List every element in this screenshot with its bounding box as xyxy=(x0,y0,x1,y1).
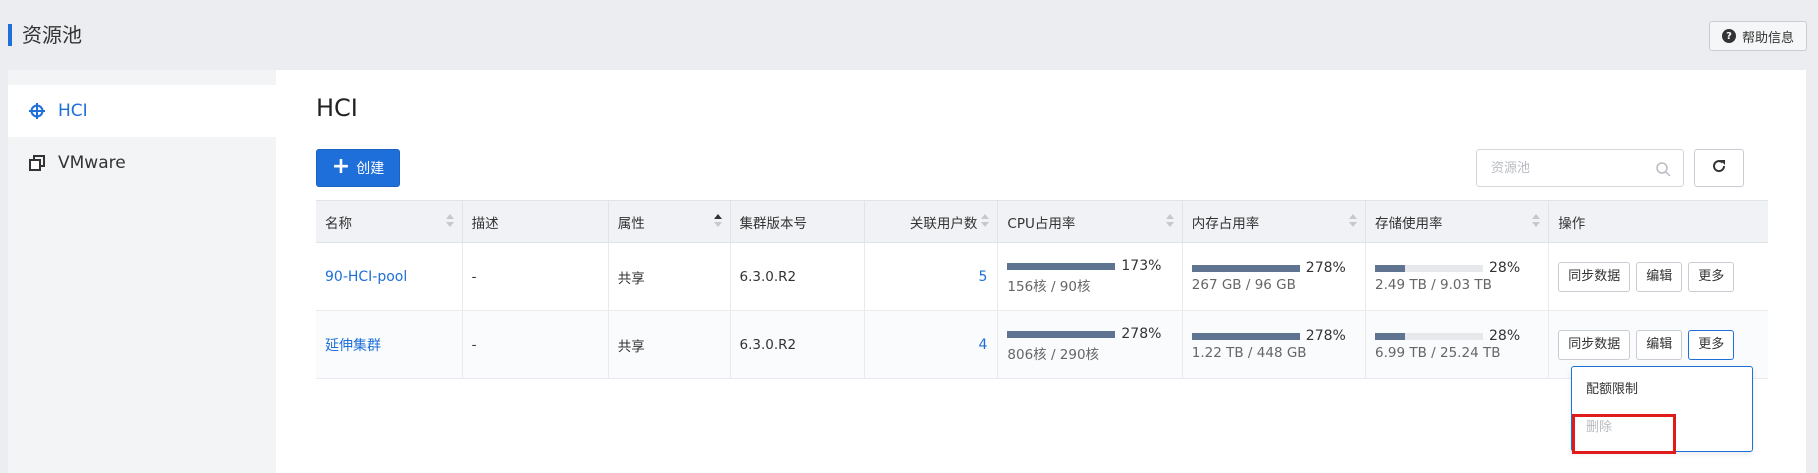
column-header-actions: 操作 xyxy=(1548,200,1768,243)
table-row: 延伸集群 - 共享 6.3.0.R2 4 278% 806核 / 290核 27… xyxy=(316,310,1768,379)
cpu-usage-bar xyxy=(1007,262,1116,270)
red-highlight-box xyxy=(1572,414,1676,454)
column-header-desc: 描述 xyxy=(462,200,609,243)
page-title: 资源池 xyxy=(8,24,82,46)
refresh-icon xyxy=(1711,158,1727,178)
sort-icon[interactable] xyxy=(1532,214,1541,228)
column-header-version: 集群版本号 xyxy=(730,200,866,243)
memory-usage-bar xyxy=(1191,332,1300,340)
pool-name-link[interactable]: 延伸集群 xyxy=(325,338,381,354)
cpu-usage: 278% 806核 / 290核 xyxy=(997,310,1183,379)
sort-icon[interactable] xyxy=(981,214,990,228)
pool-desc: - xyxy=(462,242,609,311)
sidebar-item-label: VMware xyxy=(58,153,126,173)
memory-usage-bar xyxy=(1191,264,1300,272)
create-label: 创建 xyxy=(356,161,385,177)
refresh-button[interactable] xyxy=(1694,149,1744,187)
column-header-storage[interactable]: 存储使用率 xyxy=(1365,200,1550,243)
pool-version: 6.3.0.R2 xyxy=(730,242,866,311)
pool-desc: - xyxy=(462,310,609,379)
sync-data-button[interactable]: 同步数据 xyxy=(1558,261,1631,292)
vmware-icon xyxy=(28,154,46,172)
sort-icon[interactable] xyxy=(713,214,722,228)
sort-icon[interactable] xyxy=(1165,214,1174,228)
more-button[interactable]: 更多 xyxy=(1688,329,1735,360)
resource-pool-table: 名称 描述 属性 集群版本号 关联用户数 CPU占用率 内存占用率 存储使用率 … xyxy=(316,200,1768,379)
help-button[interactable]: ? 帮助信息 xyxy=(1708,21,1807,51)
search-box xyxy=(1476,149,1684,187)
pool-name-link[interactable]: 90-HCI-pool xyxy=(325,269,407,285)
sidebar: HCI VMware xyxy=(8,70,276,473)
column-header-name[interactable]: 名称 xyxy=(316,200,463,243)
pool-attr: 共享 xyxy=(608,242,731,311)
storage-usage-bar xyxy=(1375,264,1484,272)
create-button[interactable]: + 创建 xyxy=(316,149,400,187)
quota-limit-menu-item[interactable]: 配额限制 xyxy=(1572,371,1752,409)
question-icon: ? xyxy=(1721,29,1736,43)
pool-version: 6.3.0.R2 xyxy=(730,310,866,379)
memory-usage: 278% 267 GB / 96 GB xyxy=(1182,242,1367,311)
storage-usage-bar xyxy=(1375,332,1484,340)
sort-icon[interactable] xyxy=(445,214,454,228)
edit-button[interactable]: 编辑 xyxy=(1636,261,1683,292)
plus-icon: + xyxy=(331,154,351,179)
sidebar-item-vmware[interactable]: VMware xyxy=(8,137,276,189)
column-header-cpu[interactable]: CPU占用率 xyxy=(997,200,1183,243)
row-actions: 同步数据 编辑 更多 xyxy=(1548,242,1768,311)
table-row: 90-HCI-pool - 共享 6.3.0.R2 5 173% 156核 / … xyxy=(316,242,1768,311)
pool-attr: 共享 xyxy=(608,310,731,379)
table-header: 名称 描述 属性 集群版本号 关联用户数 CPU占用率 内存占用率 存储使用率 … xyxy=(316,200,1768,243)
column-header-users[interactable]: 关联用户数 xyxy=(864,200,999,243)
edit-button[interactable]: 编辑 xyxy=(1636,329,1683,360)
main-panel: HCI VMware HCI + 创建 资源池 名称 描述 属性 集群版本号 关… xyxy=(8,70,1806,473)
column-header-memory[interactable]: 内存占用率 xyxy=(1182,200,1367,243)
help-label: 帮助信息 xyxy=(1741,30,1794,46)
storage-usage: 28% 2.49 TB / 9.03 TB xyxy=(1365,242,1550,311)
sidebar-item-hci[interactable]: HCI xyxy=(8,85,276,137)
memory-usage: 278% 1.22 TB / 448 GB xyxy=(1182,310,1367,379)
more-button[interactable]: 更多 xyxy=(1688,261,1735,292)
sidebar-item-label: HCI xyxy=(58,101,88,121)
pool-users-link[interactable]: 4 xyxy=(978,337,987,353)
sync-data-button[interactable]: 同步数据 xyxy=(1558,329,1631,360)
search-icon[interactable] xyxy=(1655,161,1671,177)
column-header-attr[interactable]: 属性 xyxy=(608,200,731,243)
hci-icon xyxy=(28,102,46,120)
top-bar: 资源池 ? 帮助信息 xyxy=(0,0,1818,70)
section-title: HCI xyxy=(316,94,358,122)
cpu-usage-bar xyxy=(1007,330,1116,338)
search-input[interactable] xyxy=(1491,160,1641,176)
cpu-usage: 173% 156核 / 90核 xyxy=(997,242,1183,311)
pool-users-link[interactable]: 5 xyxy=(978,269,987,285)
storage-usage: 28% 6.99 TB / 25.24 TB xyxy=(1365,310,1550,379)
sort-icon[interactable] xyxy=(1349,214,1358,228)
